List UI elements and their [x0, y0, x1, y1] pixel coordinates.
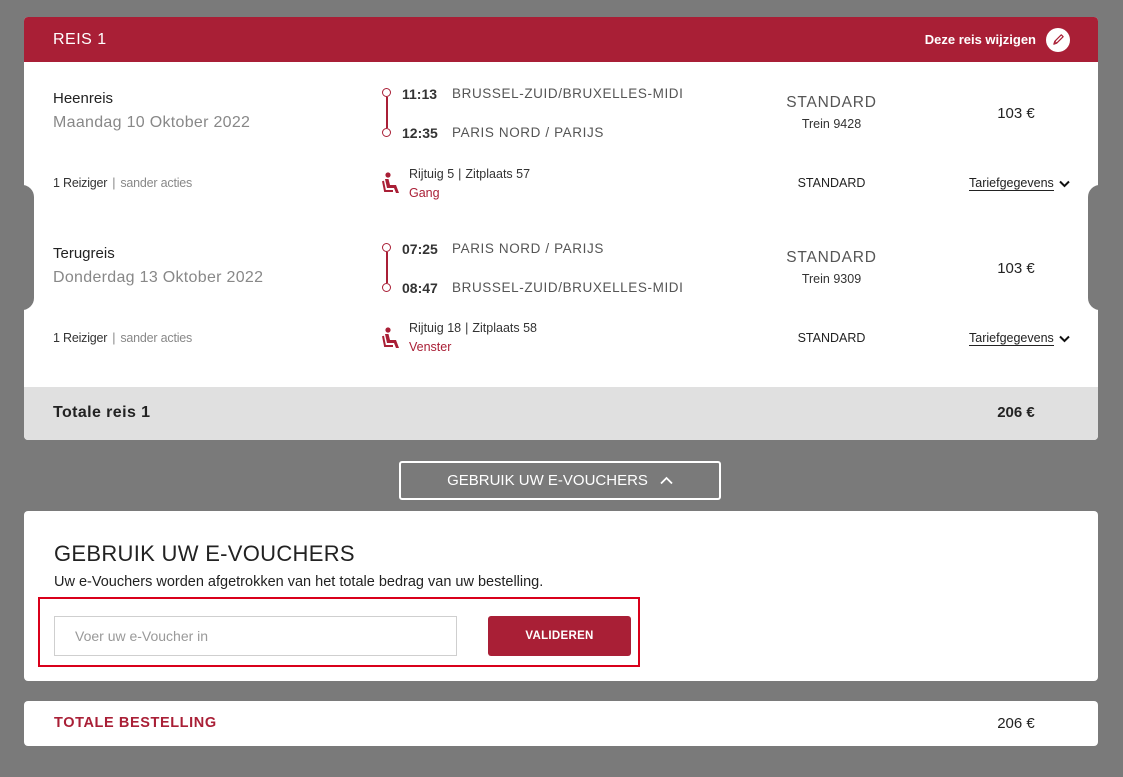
leg-date: Donderdag 13 Oktober 2022	[53, 269, 264, 286]
coach-number: Rijtuig 18	[409, 321, 462, 335]
voucher-toggle-label: GEBRUIK UW E-VOUCHERS	[447, 472, 648, 489]
travellers-count: 1 Reiziger	[53, 331, 108, 345]
tariff-details-link[interactable]: Tariefgegevens	[969, 176, 1070, 191]
seat-type: Venster	[409, 340, 452, 354]
trip-header: REIS 1 Deze reis wijzigen	[24, 17, 1098, 62]
route-timeline	[381, 243, 393, 292]
tariff-details-label: Tariefgegevens	[969, 176, 1054, 191]
modify-trip-button[interactable]: Deze reis wijzigen	[924, 27, 1070, 52]
arrival-time: 08:47	[402, 280, 438, 296]
order-total-label: TOTALE BESTELLING	[54, 715, 217, 731]
arrival-station: PARIS NORD / PARIJS	[452, 125, 604, 140]
leg-date: Maandag 10 Oktober 2022	[53, 114, 251, 131]
travel-class: STANDARD	[786, 94, 877, 111]
departure-time: 07:25	[402, 241, 438, 257]
leg-return: Terugreis Donderdag 13 Oktober 2022 07:2…	[24, 217, 1098, 367]
leg-title: Terugreis	[53, 245, 115, 262]
travellers-info: 1 Reiziger | sander acties	[53, 176, 193, 190]
departure-station: BRUSSEL-ZUID/BRUXELLES-MIDI	[452, 86, 684, 101]
seat-info: Rijtuig 18 | Zitplaats 58	[409, 321, 537, 335]
seat-icon	[382, 172, 399, 193]
leg-outbound: Heenreis Maandag 10 Oktober 2022 11:13 B…	[24, 62, 1098, 212]
chevron-down-icon	[1059, 180, 1070, 187]
voucher-title: GEBRUIK UW E-VOUCHERS	[54, 541, 355, 566]
arrival-station: BRUSSEL-ZUID/BRUXELLES-MIDI	[452, 280, 684, 295]
tariff-details-link[interactable]: Tariefgegevens	[969, 331, 1070, 346]
coach-number: Rijtuig 5	[409, 167, 455, 181]
leg-title: Heenreis	[53, 90, 114, 107]
arrival-time: 12:35	[402, 125, 438, 141]
voucher-toggle-button[interactable]: GEBRUIK UW E-VOUCHERS	[399, 461, 721, 500]
seat-number: Zitplaats 57	[465, 167, 531, 181]
order-total-value: 206 €	[997, 715, 1035, 732]
fare-class: STANDARD	[797, 331, 866, 345]
trip-title: REIS 1	[53, 30, 107, 48]
validate-button[interactable]: VALIDEREN	[488, 616, 631, 656]
order-total-card: TOTALE BESTELLING 206 €	[24, 701, 1098, 746]
modify-trip-label: Deze reis wijzigen	[924, 32, 1036, 47]
trip-card: REIS 1 Deze reis wijzigen Heenreis Maand…	[24, 17, 1098, 440]
seat-type: Gang	[409, 186, 440, 200]
tariff-details-label: Tariefgegevens	[969, 331, 1054, 346]
travel-class: STANDARD	[786, 249, 877, 266]
leg-price: 103 €	[997, 260, 1035, 277]
seat-number: Zitplaats 58	[472, 321, 537, 335]
trip-total-label: Totale reis 1	[53, 404, 151, 421]
train-number: Trein 9309	[801, 272, 862, 286]
travellers-count: 1 Reiziger	[53, 176, 108, 190]
voucher-description: Uw e-Vouchers worden afgetrokken van het…	[54, 574, 544, 590]
leg-price: 103 €	[997, 105, 1035, 122]
trip-total-row: Totale reis 1 206 €	[24, 387, 1098, 440]
trip-total-value: 206 €	[997, 404, 1035, 421]
route-timeline	[381, 88, 393, 137]
pencil-icon[interactable]	[1046, 27, 1070, 52]
voucher-panel: GEBRUIK UW E-VOUCHERS Uw e-Vouchers word…	[24, 511, 1098, 681]
voucher-input[interactable]	[54, 616, 457, 656]
train-number: Trein 9428	[801, 117, 862, 131]
travellers-info: 1 Reiziger | sander acties	[53, 331, 193, 345]
travellers-note: sander acties	[120, 176, 193, 190]
seat-icon	[382, 327, 399, 348]
departure-time: 11:13	[402, 86, 438, 102]
fare-class: STANDARD	[797, 176, 866, 190]
chevron-up-icon	[660, 476, 673, 485]
seat-info: Rijtuig 5 | Zitplaats 57	[409, 167, 531, 181]
travellers-note: sander acties	[120, 331, 193, 345]
departure-station: PARIS NORD / PARIJS	[452, 241, 604, 256]
chevron-down-icon	[1059, 335, 1070, 342]
